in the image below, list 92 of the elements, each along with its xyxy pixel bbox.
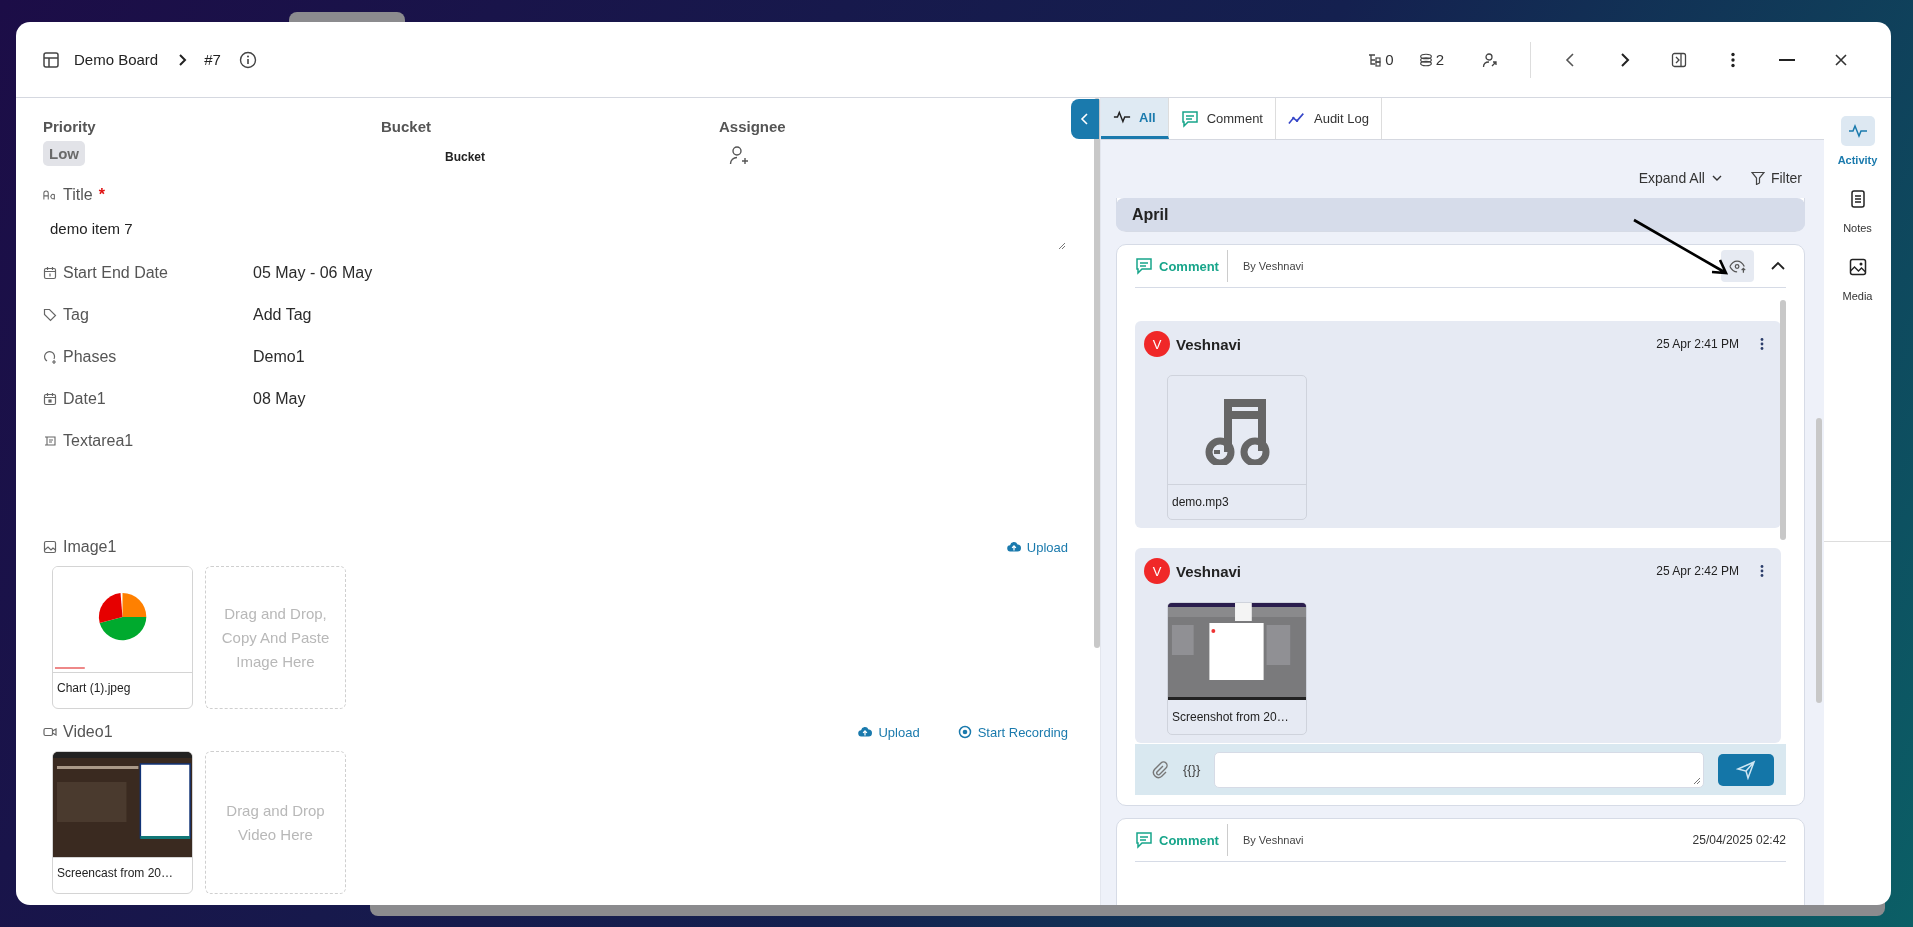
- send-button[interactable]: [1718, 753, 1774, 786]
- file-card[interactable]: Screencast from 20…: [52, 751, 193, 894]
- comment-input[interactable]: [1214, 751, 1704, 788]
- paperclip-icon[interactable]: [1151, 760, 1169, 779]
- resize-grip-icon[interactable]: [1693, 776, 1701, 785]
- subitems-counter[interactable]: 0: [1367, 51, 1394, 68]
- image-icon: [43, 540, 57, 554]
- required-mark: *: [98, 186, 105, 204]
- chevron-left-icon: [1080, 112, 1090, 126]
- video-camera-icon: [43, 725, 57, 739]
- field-label: Title: [63, 186, 93, 204]
- message-time: 25 Apr 2:41 PM: [1656, 337, 1739, 351]
- calendar-icon: [43, 392, 57, 406]
- text-field-icon: [43, 434, 57, 448]
- scrollbar[interactable]: [1780, 300, 1786, 540]
- author-label: By Veshnavi: [1242, 834, 1304, 846]
- author-label: By Veshnavi: [1242, 260, 1304, 272]
- cloud-upload-icon: [1006, 540, 1021, 554]
- visibility-button[interactable]: [1721, 250, 1754, 282]
- item-number: #7: [204, 51, 221, 68]
- assign-user-icon[interactable]: [1482, 51, 1498, 68]
- feed-filter-tab[interactable]: All: [1101, 98, 1169, 139]
- links-counter[interactable]: 2: [1417, 51, 1444, 68]
- section-label: Image1: [63, 538, 117, 556]
- field-label: Priority: [43, 118, 96, 135]
- info-icon[interactable]: [238, 50, 257, 69]
- comment-type-label: Comment: [1159, 250, 1228, 282]
- file-card[interactable]: Chart (1).jpeg: [52, 566, 193, 709]
- add-user-icon[interactable]: [729, 145, 749, 165]
- field-label: Phases: [63, 348, 118, 366]
- collapse-button[interactable]: [1071, 99, 1099, 139]
- author-name: Veshnavi: [1176, 335, 1242, 353]
- upload-link[interactable]: Upload: [858, 724, 920, 740]
- comment-icon: [1135, 257, 1153, 275]
- avatar: V: [1144, 558, 1170, 584]
- document-icon: [1849, 190, 1866, 208]
- record-icon: [957, 725, 972, 739]
- board-link[interactable]: Demo Board: [74, 51, 159, 68]
- field-label: Start End Date: [63, 264, 169, 282]
- file-name: demo.mp3: [1171, 494, 1230, 511]
- bucket-value[interactable]: Bucket: [445, 150, 485, 164]
- field-label: Assignee: [719, 118, 786, 135]
- add-tag-link[interactable]: Add Tag: [253, 306, 312, 324]
- expand-all-button[interactable]: Expand All: [1638, 170, 1723, 186]
- file-name: Chart (1).jpeg: [56, 680, 132, 697]
- title-field[interactable]: demo item 7: [43, 214, 1068, 252]
- eye-icon: [1728, 258, 1747, 274]
- close-icon[interactable]: [1833, 51, 1849, 68]
- stack-icon: [1417, 51, 1434, 68]
- avatar: V: [1144, 331, 1170, 357]
- field-label: Date1: [63, 390, 107, 408]
- scrollbar[interactable]: [1816, 418, 1822, 703]
- comment-icon: [1135, 831, 1153, 849]
- field-value: 08 May: [253, 390, 306, 408]
- entry-date: 25/04/2025 02:42: [1692, 833, 1786, 847]
- board-icon: [42, 50, 60, 69]
- group-header[interactable]: April: [1116, 198, 1805, 231]
- comment-icon: [1180, 109, 1199, 128]
- image-icon: [1848, 258, 1867, 276]
- attachment-card[interactable]: Screenshot from 20…: [1167, 602, 1307, 735]
- start-recording-link[interactable]: Start Recording: [957, 724, 1068, 740]
- file-name: Screenshot from 20…: [1171, 709, 1290, 726]
- phase-icon: [43, 350, 57, 364]
- field-value: 05 May - 06 May: [253, 264, 373, 282]
- field-label: Textarea1: [63, 432, 135, 450]
- tag-icon: [43, 308, 57, 322]
- field-label: Bucket: [381, 118, 432, 135]
- message-time: 25 Apr 2:42 PM: [1656, 564, 1739, 578]
- priority-tag[interactable]: Low: [43, 141, 85, 166]
- cloud-upload-icon: [858, 725, 873, 739]
- side-tab[interactable]: Activity: [1829, 116, 1886, 166]
- pulse-icon: [1847, 123, 1868, 139]
- author-name: Veshnavi: [1176, 562, 1242, 580]
- text-type-icon: [43, 188, 57, 202]
- file-name: Screencast from 20…: [56, 865, 175, 882]
- comment-type-label: Comment: [1159, 824, 1228, 856]
- upload-link[interactable]: Upload: [1006, 539, 1068, 555]
- subitems-icon: [1367, 51, 1384, 68]
- scrollbar[interactable]: [1094, 98, 1100, 648]
- side-tab[interactable]: Notes: [1829, 184, 1886, 234]
- side-panel-icon[interactable]: [1671, 51, 1687, 68]
- field-value: Demo1: [253, 348, 305, 366]
- section-label: Video1: [63, 723, 113, 741]
- field-label: Tag: [63, 306, 90, 324]
- filter-icon: [1750, 171, 1765, 185]
- variables-button[interactable]: {{}}: [1183, 762, 1201, 777]
- side-tab[interactable]: Media: [1829, 252, 1886, 302]
- resize-grip-icon[interactable]: [1058, 242, 1066, 250]
- attachment-card[interactable]: demo.mp3: [1167, 375, 1307, 520]
- send-icon: [1736, 759, 1756, 780]
- filter-button[interactable]: Filter: [1750, 170, 1802, 186]
- calendar-icon: [43, 266, 57, 280]
